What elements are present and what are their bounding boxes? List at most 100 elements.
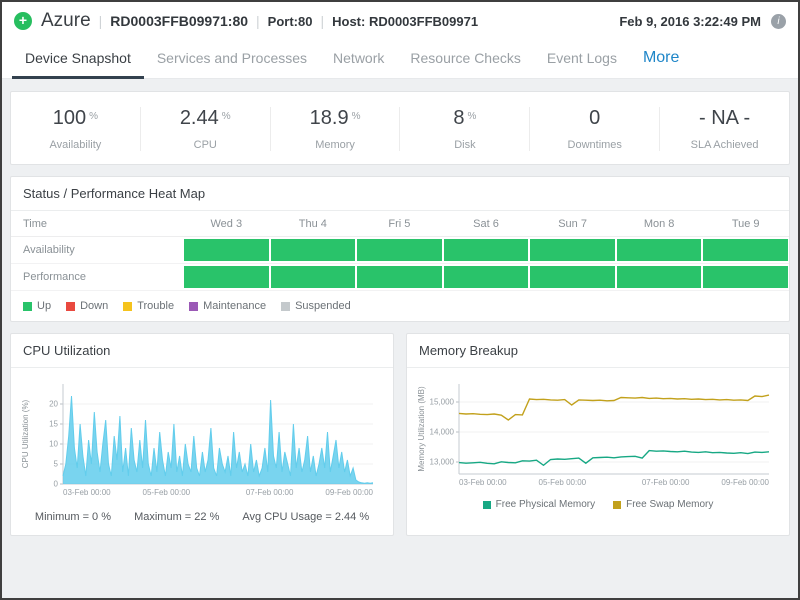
tab-services-and-processes[interactable]: Services and Processes [144, 40, 320, 79]
stat-sla-achieved: - NA - SLA Achieved [659, 107, 789, 151]
info-icon[interactable] [771, 14, 786, 29]
charts-row: CPU Utilization 0510152003-Feb 00:0005-F… [10, 333, 790, 536]
legend-swatch-icon [189, 302, 198, 311]
stat-value-line: 2.44% [141, 107, 270, 130]
heatmap-cell[interactable] [356, 237, 443, 263]
status-up-icon [14, 12, 32, 30]
tab-more[interactable]: More [630, 40, 692, 79]
heatmap-status-block [617, 239, 702, 261]
svg-text:13,000: 13,000 [430, 458, 455, 467]
stat-value-line: - NA - [660, 107, 789, 130]
stat-value: 8 [453, 107, 464, 129]
stat-disk: 8%Disk [399, 107, 529, 151]
heatmap-cell[interactable] [616, 237, 703, 263]
memory-panel: Memory Breakup 13,00014,00015,00003-Feb … [406, 333, 790, 536]
stat-cpu: 2.44%CPU [140, 107, 270, 151]
legend-label: Down [80, 300, 108, 312]
legend-label: Trouble [137, 300, 174, 312]
legend-swatch-icon [66, 302, 75, 311]
legend-item-down: Down [66, 300, 108, 312]
cpu-summary: Minimum = 0 % Maximum = 22 % Avg CPU Usa… [11, 503, 393, 535]
port-label: Port:80 [268, 14, 313, 29]
heatmap-status-block [703, 239, 788, 261]
legend-item-trouble: Trouble [123, 300, 174, 312]
svg-text:05-Feb 00:00: 05-Feb 00:00 [539, 478, 587, 487]
heatmap-status-block [271, 239, 356, 261]
heatmap-cell[interactable] [443, 264, 530, 290]
tab-event-logs[interactable]: Event Logs [534, 40, 630, 79]
heatmap-cell[interactable] [356, 264, 443, 290]
host-label: Host: RD0003FFB09971 [332, 14, 478, 29]
header: Azure RD0003FFB09971:80 Port:80 Host: RD… [2, 2, 798, 40]
heatmap-row-performance: Performance [11, 264, 789, 291]
heatmap-row-availability: Availability [11, 237, 789, 264]
heatmap-cell[interactable] [270, 264, 357, 290]
heatmap-day-header: Tue 9 [702, 218, 789, 230]
svg-text:09-Feb 00:00: 09-Feb 00:00 [721, 478, 769, 487]
legend-item-maintenance: Maintenance [189, 300, 266, 312]
memory-chart: 13,00014,00015,00003-Feb 00:0005-Feb 00:… [415, 376, 779, 488]
stat-downtimes: 0Downtimes [529, 107, 659, 151]
svg-text:15,000: 15,000 [430, 398, 455, 407]
heatmap-row-label: Performance [11, 271, 183, 283]
heatmap-legend: UpDownTroubleMaintenanceSuspended [11, 291, 789, 321]
cpu-minimum: Minimum = 0 % [35, 511, 111, 523]
heatmap-cell[interactable] [270, 237, 357, 263]
heatmap-cell[interactable] [183, 237, 270, 263]
legend-label: Free Physical Memory [496, 499, 595, 510]
svg-text:05-Feb 00:00: 05-Feb 00:00 [143, 488, 191, 497]
tab-bar: Device SnapshotServices and ProcessesNet… [2, 40, 798, 79]
legend-swatch-icon [483, 501, 491, 509]
heatmap-cell[interactable] [702, 264, 789, 290]
cpu-chart-body: 0510152003-Feb 00:0005-Feb 00:0007-Feb 0… [11, 368, 393, 503]
svg-text:20: 20 [49, 400, 58, 409]
svg-text:09-Feb 00:00: 09-Feb 00:00 [325, 488, 373, 497]
heatmap-cell[interactable] [529, 264, 616, 290]
heatmap-cell[interactable] [616, 264, 703, 290]
separator [256, 13, 260, 29]
heatmap-day-header: Sat 6 [443, 218, 530, 230]
separator [99, 13, 103, 29]
svg-text:15: 15 [49, 420, 58, 429]
svg-text:03-Feb 00:00: 03-Feb 00:00 [63, 488, 111, 497]
legend-item-free-swap-memory: Free Swap Memory [613, 499, 713, 510]
stat-value: 0 [589, 107, 600, 129]
svg-text:0: 0 [54, 480, 59, 489]
legend-swatch-icon [123, 302, 132, 311]
svg-text:10: 10 [49, 440, 58, 449]
heatmap-body: Availability Performance [11, 237, 789, 291]
svg-text:07-Feb 00:00: 07-Feb 00:00 [246, 488, 294, 497]
heatmap-cell[interactable] [702, 237, 789, 263]
heatmap-cell[interactable] [183, 264, 270, 290]
heatmap-status-block [444, 266, 529, 288]
stat-label: SLA Achieved [660, 139, 789, 151]
cpu-chart: 0510152003-Feb 00:0005-Feb 00:0007-Feb 0… [19, 376, 383, 498]
stat-label: Disk [400, 139, 529, 151]
legend-label: Free Swap Memory [626, 499, 713, 510]
heatmap-row-label: Availability [11, 244, 183, 256]
stat-label: Memory [271, 139, 400, 151]
heatmap-status-block [184, 266, 269, 288]
stat-value-line: 100% [11, 107, 140, 130]
heatmap-status-block [357, 266, 442, 288]
svg-text:14,000: 14,000 [430, 428, 455, 437]
tab-network[interactable]: Network [320, 40, 397, 79]
stats-row: 100%Availability2.44%CPU18.9%Memory8%Dis… [10, 91, 790, 165]
device-id: RD0003FFB09971:80 [110, 13, 248, 29]
stat-value: 100 [53, 107, 86, 129]
tab-resource-checks[interactable]: Resource Checks [397, 40, 534, 79]
heatmap-status-block [530, 239, 615, 261]
stat-unit: % [89, 111, 98, 122]
legend-swatch-icon [281, 302, 290, 311]
memory-chart-body: 13,00014,00015,00003-Feb 00:0005-Feb 00:… [407, 368, 789, 493]
heatmap-status-block [271, 266, 356, 288]
heatmap-cell[interactable] [529, 237, 616, 263]
tab-device-snapshot[interactable]: Device Snapshot [12, 40, 144, 79]
heatmap-cell[interactable] [443, 237, 530, 263]
heatmap-status-block [703, 266, 788, 288]
heatmap-title: Status / Performance Heat Map [11, 177, 789, 211]
stat-unit: % [352, 111, 361, 122]
heatmap-status-block [530, 266, 615, 288]
heatmap-status-block [617, 266, 702, 288]
stat-memory: 18.9%Memory [270, 107, 400, 151]
